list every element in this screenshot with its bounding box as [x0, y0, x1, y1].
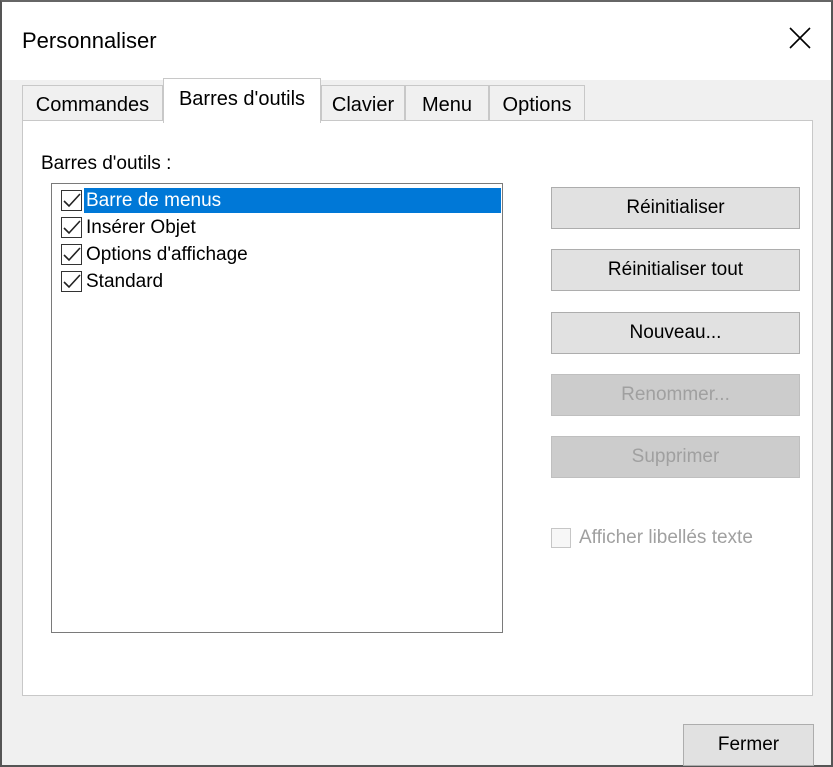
toolbar-checkbox[interactable] [61, 271, 82, 292]
reset-button[interactable]: Réinitialiser [551, 187, 800, 229]
title-bar: Personnaliser [2, 2, 831, 80]
tab-label: Options [502, 94, 572, 116]
rename-button[interactable]: Renommer... [551, 374, 800, 416]
show-text-labels-label: Afficher libellés texte [579, 527, 753, 548]
checkmark-icon [63, 220, 81, 235]
checkmark-icon [63, 274, 81, 289]
reset-all-button[interactable]: Réinitialiser tout [551, 249, 800, 291]
toolbar-checkbox[interactable] [61, 190, 82, 211]
tab-label: Clavier [331, 94, 395, 116]
tab-menu[interactable]: Menu [405, 85, 489, 123]
toolbar-item-label: Standard [86, 271, 164, 292]
tab-label: Commandes [35, 94, 150, 116]
list-item[interactable]: Insérer Objet [61, 214, 501, 241]
toolbars-section-label: Barres d'outils : [41, 153, 172, 174]
tab-label: Menu [421, 94, 473, 116]
tab-panel-toolbars: Barres d'outils : Barre de menus Insérer… [22, 120, 813, 696]
list-item[interactable]: Standard [61, 268, 501, 295]
tab-label: Barres d'outils [178, 88, 306, 110]
show-text-labels-checkbox[interactable] [551, 528, 571, 548]
close-window-button[interactable] [771, 2, 831, 74]
checkmark-icon [63, 247, 81, 262]
toolbar-checkbox[interactable] [61, 217, 82, 238]
tab-barres-d-outils[interactable]: Barres d'outils [163, 78, 321, 123]
toolbar-item-label: Insérer Objet [86, 217, 196, 238]
checkmark-icon [63, 193, 81, 208]
tab-commandes[interactable]: Commandes [22, 85, 163, 123]
show-text-labels-option[interactable]: Afficher libellés texte [551, 527, 753, 549]
toolbar-item-label: Barre de menus [84, 188, 501, 213]
close-icon [789, 27, 811, 49]
tab-options[interactable]: Options [489, 85, 585, 123]
new-button[interactable]: Nouveau... [551, 312, 800, 354]
toolbar-checkbox[interactable] [61, 244, 82, 265]
toolbars-listbox[interactable]: Barre de menus Insérer Objet Options d'a… [51, 183, 503, 633]
close-button[interactable]: Fermer [683, 724, 814, 766]
toolbar-item-label: Options d'affichage [86, 244, 248, 265]
tab-clavier[interactable]: Clavier [321, 85, 405, 123]
delete-button[interactable]: Supprimer [551, 436, 800, 478]
list-item[interactable]: Barre de menus [61, 187, 501, 214]
dialog-title: Personnaliser [22, 28, 157, 53]
list-item[interactable]: Options d'affichage [61, 241, 501, 268]
customize-dialog: Personnaliser Commandes Barres d'outils … [0, 0, 833, 767]
